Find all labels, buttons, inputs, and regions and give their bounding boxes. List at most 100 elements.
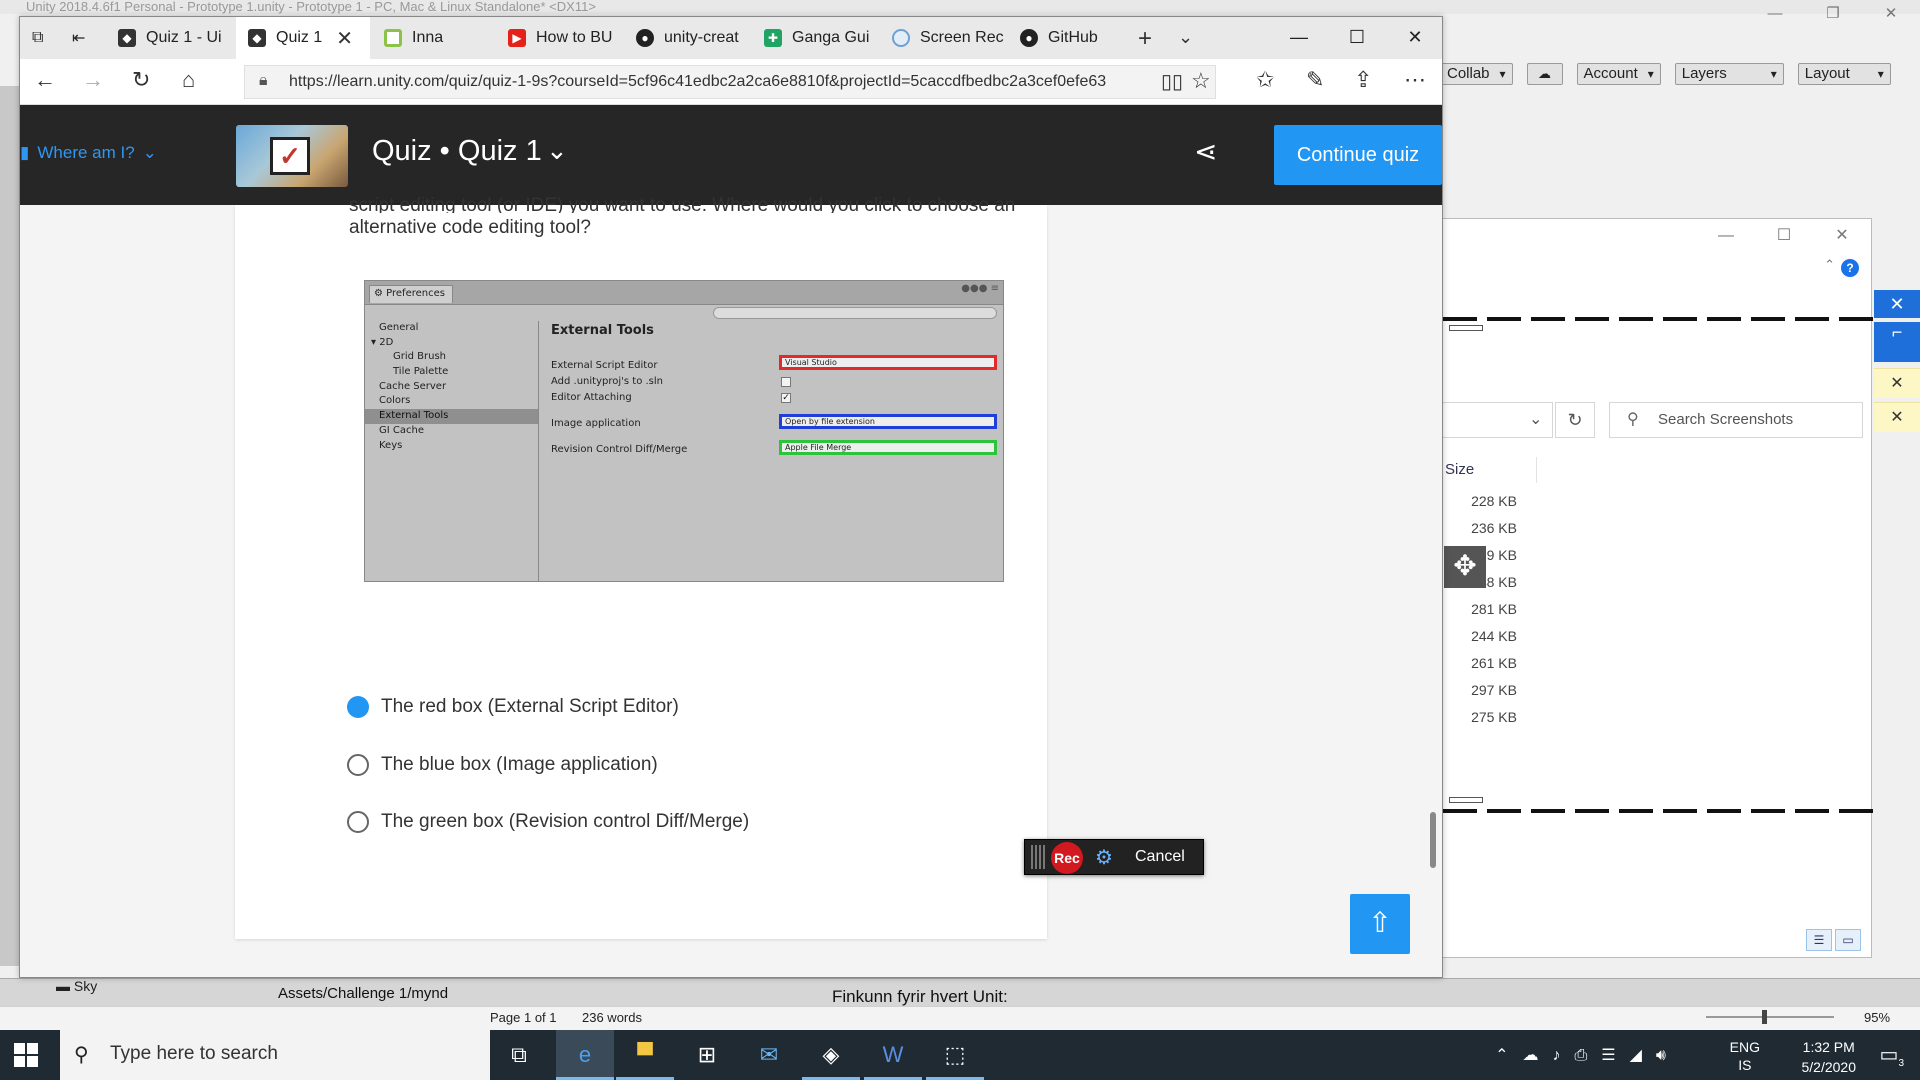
share-icon[interactable]: ⇪ bbox=[1354, 67, 1372, 93]
tab-github[interactable]: ● GitHub bbox=[1008, 17, 1128, 59]
task-view-icon[interactable]: ⧉ bbox=[490, 1030, 548, 1080]
gear-icon[interactable]: ⚙ bbox=[1095, 845, 1113, 870]
maximize-icon[interactable]: ☐ bbox=[1328, 17, 1386, 59]
account-dropdown[interactable]: Account bbox=[1576, 63, 1661, 85]
radio[interactable] bbox=[347, 811, 369, 833]
minimize-icon[interactable]: — bbox=[1697, 219, 1755, 253]
minimize-icon[interactable]: — bbox=[1746, 0, 1804, 30]
clock[interactable]: 1:32 PM 5/2/2020 bbox=[1802, 1037, 1857, 1077]
where-am-i-button[interactable]: ▮ Where am I? ⌄ bbox=[20, 143, 157, 163]
close-icon[interactable]: ✕ bbox=[336, 26, 353, 51]
hierarchy-item-sky[interactable]: ▬ Sky bbox=[56, 978, 97, 994]
pref-nav-item: GI Cache bbox=[379, 424, 424, 436]
favorites-icon[interactable]: ✩ bbox=[1256, 67, 1274, 93]
system-tray-icons[interactable]: ⌃☁♪⎙☰◢🔊︎ bbox=[1495, 1045, 1680, 1065]
snip-corner-icon: ⌐ bbox=[1874, 322, 1920, 362]
language-indicator[interactable]: ENG IS bbox=[1730, 1038, 1760, 1074]
layers-dropdown[interactable]: Layers bbox=[1674, 63, 1784, 85]
pen-icon[interactable]: ✎ bbox=[1306, 67, 1324, 93]
ribbon-collapse-icon[interactable]: ⌃ bbox=[1824, 257, 1835, 273]
close-icon[interactable]: ✕ bbox=[1862, 0, 1920, 30]
windows-start-icon[interactable] bbox=[14, 1043, 38, 1067]
close-icon[interactable]: ✕ bbox=[1874, 290, 1920, 318]
close-icon[interactable]: ✕ bbox=[1813, 219, 1871, 253]
tab-how-to-bu[interactable]: ▶ How to BU bbox=[496, 17, 624, 59]
collab-dropdown[interactable]: Collab bbox=[1440, 63, 1513, 85]
layout-dropdown[interactable]: Layout bbox=[1797, 63, 1891, 85]
checkmark-icon: ✓ bbox=[270, 137, 310, 175]
close-icon[interactable]: ✕ bbox=[1874, 368, 1920, 398]
tab-quiz-1-ui[interactable]: ◆ Quiz 1 - Ui bbox=[106, 17, 234, 59]
edge-icon[interactable]: e bbox=[556, 1030, 614, 1080]
share-icon[interactable]: ⋖ bbox=[1194, 135, 1217, 168]
search-input[interactable]: Type here to search bbox=[110, 1043, 278, 1065]
answer-option-blue[interactable]: The blue box (Image application) bbox=[347, 754, 658, 776]
scrollbar[interactable] bbox=[1430, 812, 1436, 868]
large-icons-view-icon[interactable]: ▭ bbox=[1835, 929, 1861, 951]
forward-icon[interactable]: → bbox=[82, 67, 104, 93]
refresh-button[interactable]: ↻ bbox=[1555, 402, 1595, 438]
radio[interactable] bbox=[347, 754, 369, 776]
drag-handle-icon[interactable] bbox=[1031, 845, 1045, 869]
refresh-icon[interactable]: ↻ bbox=[132, 67, 150, 93]
store-icon[interactable]: ⊞ bbox=[678, 1030, 736, 1080]
continue-quiz-button[interactable]: Continue quiz bbox=[1274, 125, 1442, 185]
minimize-icon[interactable]: — bbox=[1270, 17, 1328, 59]
file-explorer-icon[interactable]: ▀ bbox=[616, 1030, 674, 1080]
list-item[interactable]: 261 KB bbox=[1443, 653, 1533, 680]
address-bar[interactable]: 🔒︎ https://learn.unity.com/quiz/quiz-1-9… bbox=[244, 65, 1216, 99]
new-tab-icon[interactable]: + bbox=[1138, 25, 1152, 53]
favorite-star-icon[interactable]: ☆ bbox=[1191, 68, 1211, 94]
list-item[interactable]: 244 KB bbox=[1443, 626, 1533, 653]
tab-unity-creat[interactable]: ● unity-creat bbox=[624, 17, 752, 59]
snipping-tool-icon[interactable]: ⬚ bbox=[926, 1030, 984, 1080]
back-to-top-button[interactable]: ⇧ bbox=[1350, 894, 1410, 954]
zoom-slider[interactable] bbox=[1706, 1016, 1834, 1018]
cancel-button[interactable]: Cancel bbox=[1135, 848, 1185, 866]
url-text[interactable]: https://learn.unity.com/quiz/quiz-1-9s?c… bbox=[289, 73, 1139, 91]
chevron-down-icon[interactable]: ⌄ bbox=[1178, 27, 1193, 48]
search-input[interactable]: Search Screenshots bbox=[1609, 402, 1863, 438]
zoom-slider-thumb[interactable] bbox=[1762, 1010, 1767, 1024]
chevron-down-icon[interactable]: ⌄ bbox=[546, 135, 568, 166]
list-item[interactable]: 236 KB bbox=[1443, 518, 1533, 545]
radio-selected[interactable] bbox=[347, 696, 369, 718]
maximize-icon[interactable]: ☐ bbox=[1755, 219, 1813, 253]
size-column-header[interactable]: Size bbox=[1443, 457, 1537, 483]
list-item[interactable]: 275 KB bbox=[1443, 707, 1533, 734]
back-icon[interactable]: ← bbox=[34, 67, 56, 93]
record-button[interactable]: Rec bbox=[1051, 842, 1083, 874]
word-icon[interactable]: W bbox=[864, 1030, 922, 1080]
word-zoom-level[interactable]: 95% bbox=[1864, 1010, 1890, 1025]
mail-icon[interactable]: ✉ bbox=[740, 1030, 798, 1080]
unity-icon[interactable]: ◈ bbox=[802, 1030, 860, 1080]
notification-icon[interactable]: ▭3 bbox=[1880, 1042, 1904, 1069]
details-view-icon[interactable]: ☰ bbox=[1806, 929, 1832, 951]
answer-option-red[interactable]: The red box (External Script Editor) bbox=[347, 696, 679, 718]
restore-icon[interactable]: ❐ bbox=[1804, 0, 1862, 30]
chevron-down-icon[interactable]: ⌄ bbox=[1529, 409, 1542, 429]
close-icon[interactable]: ✕ bbox=[1874, 402, 1920, 432]
list-item[interactable]: 228 KB bbox=[1443, 491, 1533, 518]
answer-option-green[interactable]: The green box (Revision control Diff/Mer… bbox=[347, 811, 749, 833]
list-item[interactable]: 281 KB bbox=[1443, 599, 1533, 626]
home-icon[interactable]: ⌂ bbox=[182, 67, 195, 93]
move-icon[interactable]: ✥ bbox=[1444, 546, 1486, 588]
reading-view-icon[interactable]: ▯▯ bbox=[1161, 69, 1183, 94]
preferences-titlebar: ⚙ Preferences ●●● ≡ bbox=[365, 281, 1003, 305]
help-icon[interactable]: ? bbox=[1841, 259, 1859, 277]
list-item[interactable]: 297 KB bbox=[1443, 680, 1533, 707]
tab-ganga-gui[interactable]: ✚ Ganga Gui bbox=[752, 17, 880, 59]
close-icon[interactable]: ✕ bbox=[1386, 17, 1442, 59]
cloud-icon[interactable]: ☁ bbox=[1526, 63, 1563, 85]
more-icon[interactable]: ⋯ bbox=[1404, 67, 1426, 93]
tab-actions-icon[interactable]: ⧉ bbox=[20, 17, 60, 59]
pref-label: External Script Editor bbox=[551, 360, 658, 371]
set-tabs-aside-icon[interactable]: ⇤ bbox=[60, 17, 100, 59]
tab-quiz-1[interactable]: ◆ Quiz 1 ✕ bbox=[236, 17, 370, 59]
resize-handle-bottom[interactable] bbox=[1449, 797, 1483, 803]
tab-screen-rec[interactable]: Screen Rec bbox=[880, 17, 1008, 59]
tab-inna[interactable]: Inna bbox=[372, 17, 492, 59]
resize-handle-top[interactable] bbox=[1449, 325, 1483, 331]
taskbar-search[interactable]: ⚲ Type here to search bbox=[60, 1030, 490, 1080]
